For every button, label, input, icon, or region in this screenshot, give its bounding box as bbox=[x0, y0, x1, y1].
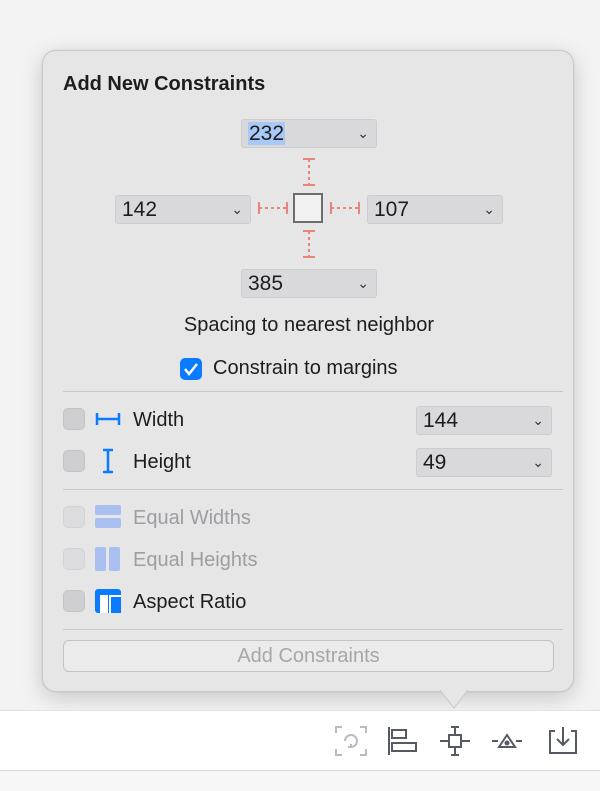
chevron-down-icon: ⌄ bbox=[532, 454, 544, 470]
equal-heights-label: Equal Heights bbox=[133, 549, 258, 571]
width-value: 144 bbox=[423, 409, 459, 432]
resolve-issues-icon[interactable] bbox=[490, 725, 524, 757]
update-frames-icon[interactable] bbox=[334, 725, 368, 757]
width-icon bbox=[95, 413, 121, 425]
chevron-down-icon: ⌄ bbox=[231, 201, 243, 217]
bottom-spacing-value: 385 bbox=[248, 272, 284, 295]
height-label: Height bbox=[133, 451, 191, 473]
top-spacing-value: 232 bbox=[248, 122, 286, 145]
left-spacing-field[interactable]: 142 ⌄ bbox=[115, 195, 251, 224]
height-icon bbox=[103, 448, 113, 474]
equal-widths-label: Equal Widths bbox=[133, 507, 251, 529]
add-constraints-icon[interactable] bbox=[438, 725, 472, 757]
equal-widths-checkbox[interactable] bbox=[63, 506, 85, 528]
left-strut-toggle[interactable] bbox=[257, 200, 289, 216]
view-placeholder-box bbox=[293, 193, 323, 223]
chevron-down-icon: ⌄ bbox=[532, 412, 544, 428]
right-spacing-value: 107 bbox=[374, 198, 410, 221]
height-value: 49 bbox=[423, 451, 447, 474]
chevron-down-icon: ⌄ bbox=[483, 201, 495, 217]
checkmark-icon bbox=[184, 363, 198, 377]
left-spacing-value: 142 bbox=[122, 198, 158, 221]
popover-title: Add New Constraints bbox=[63, 73, 266, 95]
aspect-ratio-icon bbox=[95, 589, 121, 613]
equal-widths-icon bbox=[95, 505, 121, 528]
right-spacing-field[interactable]: 107 ⌄ bbox=[367, 195, 503, 224]
divider bbox=[63, 489, 563, 490]
divider bbox=[63, 629, 563, 630]
align-icon[interactable] bbox=[386, 725, 420, 757]
width-checkbox[interactable] bbox=[63, 408, 85, 430]
height-checkbox[interactable] bbox=[63, 450, 85, 472]
equal-heights-checkbox[interactable] bbox=[63, 548, 85, 570]
popover-arrow bbox=[440, 690, 468, 709]
bottom-strut-toggle[interactable] bbox=[301, 229, 317, 259]
add-constraints-button[interactable]: Add Constraints bbox=[63, 640, 554, 672]
top-spacing-field[interactable]: 232 ⌄ bbox=[241, 119, 377, 148]
right-strut-toggle[interactable] bbox=[329, 200, 361, 216]
bottom-bar bbox=[0, 770, 600, 791]
aspect-ratio-label: Aspect Ratio bbox=[133, 591, 247, 613]
spacing-caption: Spacing to nearest neighbor bbox=[183, 314, 435, 336]
embed-in-icon[interactable] bbox=[546, 725, 580, 757]
bottom-spacing-field[interactable]: 385 ⌄ bbox=[241, 269, 377, 298]
width-value-field[interactable]: 144 ⌄ bbox=[416, 406, 552, 435]
constrain-to-margins-checkbox[interactable] bbox=[180, 358, 202, 380]
top-strut-toggle[interactable] bbox=[301, 157, 317, 187]
chevron-down-icon: ⌄ bbox=[357, 125, 369, 141]
divider bbox=[63, 391, 563, 392]
constrain-to-margins-label: Constrain to margins bbox=[213, 357, 398, 379]
add-constraints-popover: Add New Constraints 232 ⌄ 142 ⌄ 107 ⌄ 38… bbox=[42, 50, 574, 692]
chevron-down-icon: ⌄ bbox=[357, 275, 369, 291]
canvas-toolbar bbox=[0, 710, 600, 771]
equal-heights-icon bbox=[95, 547, 120, 571]
aspect-ratio-checkbox[interactable] bbox=[63, 590, 85, 612]
width-label: Width bbox=[133, 409, 185, 431]
height-value-field[interactable]: 49 ⌄ bbox=[416, 448, 552, 477]
